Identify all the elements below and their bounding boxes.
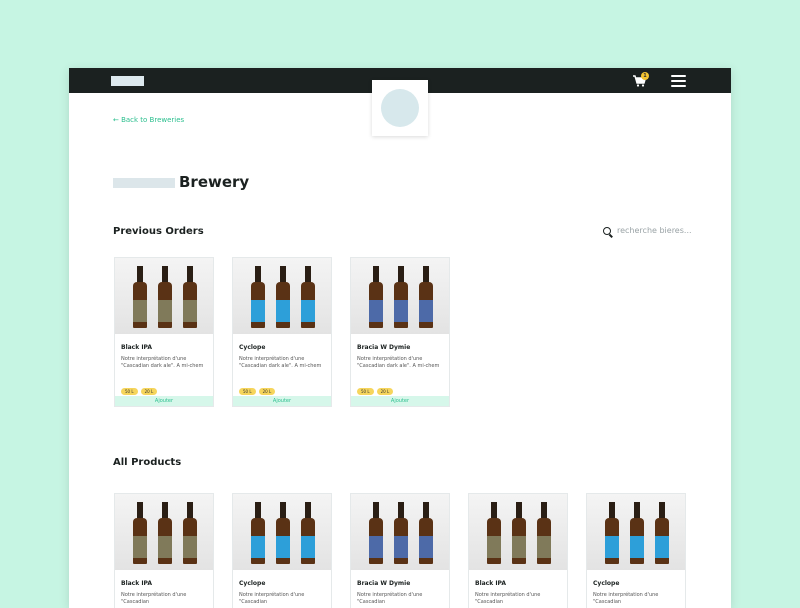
- product-description: Notre interprétation d'une "Cascadian da…: [239, 356, 322, 369]
- product-image: [233, 258, 331, 334]
- beer-bottle: [182, 266, 198, 328]
- keg-size-tag[interactable]: 50 L: [121, 388, 138, 395]
- product-name: Bracia W Dymie: [357, 580, 411, 587]
- product-description: Notre interprétation d'une "Cascadian: [593, 592, 659, 605]
- product-description: Notre interprétation d'une "Cascadian: [475, 592, 541, 605]
- keg-size-tag[interactable]: 20 L: [376, 388, 394, 395]
- beer-bottle: [368, 266, 384, 328]
- beer-bottle: [275, 266, 291, 328]
- keg-size-tags: 50 L 20 L: [121, 378, 160, 397]
- product-name: Black IPA: [121, 580, 153, 587]
- product-name: Cyclope: [593, 580, 620, 587]
- product-description: Notre interprétation d'une "Cascadian: [239, 592, 305, 605]
- beer-bottle: [250, 266, 266, 328]
- previous-orders-title: Previous Orders: [113, 226, 204, 237]
- keg-size-tag[interactable]: 50 L: [239, 388, 256, 395]
- redacted-name: [113, 177, 175, 188]
- app-window: 1 ← Back to Breweries Brewery Previous O…: [69, 68, 731, 608]
- search-input[interactable]: recherche bieres...: [617, 226, 692, 235]
- product-image: [115, 258, 213, 334]
- product-name: Cyclope: [239, 580, 266, 587]
- all-products-title: All Products: [113, 457, 182, 468]
- product-card[interactable]: Black IPA Notre interprétation d'une "Cas…: [114, 257, 214, 407]
- beer-bottle: [368, 502, 384, 564]
- product-card[interactable]: Bracia W Dymie Notre interprétation d'une…: [350, 493, 450, 608]
- keg-size-tags: 50 L 20 L: [357, 378, 396, 397]
- add-to-cart-button[interactable]: Ajouter: [233, 396, 331, 406]
- beer-bottle: [629, 502, 645, 564]
- beer-bottle: [132, 502, 148, 564]
- product-image: [115, 494, 213, 570]
- beer-bottle: [275, 502, 291, 564]
- product-description: Notre interprétation d'une "Cascadian: [357, 592, 423, 605]
- beer-bottle: [486, 502, 502, 564]
- cart-count-badge: 1: [641, 72, 649, 80]
- beer-bottle: [604, 502, 620, 564]
- beer-bottle: [654, 502, 670, 564]
- product-card[interactable]: Bracia W Dymie Notre interprétation d'une…: [350, 257, 450, 407]
- keg-size-tag[interactable]: 20 L: [140, 388, 158, 395]
- beer-bottle: [157, 502, 173, 564]
- beer-bottle: [511, 502, 527, 564]
- beer-bottle: [393, 502, 409, 564]
- product-image: [469, 494, 567, 570]
- product-name: Bracia W Dymie: [357, 344, 411, 351]
- product-card[interactable]: Cyclope Notre interprétation d'une "Casca…: [232, 257, 332, 407]
- page-title-text: Brewery: [179, 173, 250, 191]
- keg-size-tags: 50 L 20 L: [239, 378, 278, 397]
- product-name: Cyclope: [239, 344, 266, 351]
- back-to-breweries-link[interactable]: ← Back to Breweries: [113, 116, 184, 124]
- product-card[interactable]: Cyclope Notre interprétation d'une "Casca…: [232, 493, 332, 608]
- product-image: [351, 258, 449, 334]
- brand-logo[interactable]: [111, 76, 144, 86]
- search-icon[interactable]: [603, 226, 611, 235]
- product-description: Notre interprétation d'une "Cascadian da…: [357, 356, 440, 369]
- product-name: Black IPA: [475, 580, 507, 587]
- beer-bottle: [300, 502, 316, 564]
- keg-size-tag[interactable]: 50 L: [357, 388, 374, 395]
- page-title: Brewery: [113, 173, 249, 191]
- beer-bottle: [418, 502, 434, 564]
- brewery-avatar-card: [372, 80, 428, 136]
- product-image: [233, 494, 331, 570]
- keg-size-tag[interactable]: 20 L: [258, 388, 276, 395]
- add-to-cart-button[interactable]: Ajouter: [115, 396, 213, 406]
- beer-bottle: [300, 266, 316, 328]
- product-card[interactable]: Black IPA Notre interprétation d'une "Cas…: [114, 493, 214, 608]
- beer-bottle: [132, 266, 148, 328]
- beer-bottle: [536, 502, 552, 564]
- beer-bottle: [393, 266, 409, 328]
- product-description: Notre interprétation d'une "Cascadian: [121, 592, 187, 605]
- product-card[interactable]: Black IPA Notre interprétation d'une "Cas…: [468, 493, 568, 608]
- product-description: Notre interprétation d'une "Cascadian da…: [121, 356, 204, 369]
- beer-bottle: [157, 266, 173, 328]
- product-image: [351, 494, 449, 570]
- beer-bottle: [418, 266, 434, 328]
- hamburger-menu-icon[interactable]: [671, 75, 686, 87]
- product-card[interactable]: Cyclope Notre interprétation d'une "Casca…: [586, 493, 686, 608]
- beer-bottle: [182, 502, 198, 564]
- brewery-avatar: [381, 89, 419, 127]
- beer-bottle: [250, 502, 266, 564]
- product-image: [587, 494, 685, 570]
- add-to-cart-button[interactable]: Ajouter: [351, 396, 449, 406]
- search-box[interactable]: recherche bieres...: [603, 226, 692, 235]
- product-name: Black IPA: [121, 344, 153, 351]
